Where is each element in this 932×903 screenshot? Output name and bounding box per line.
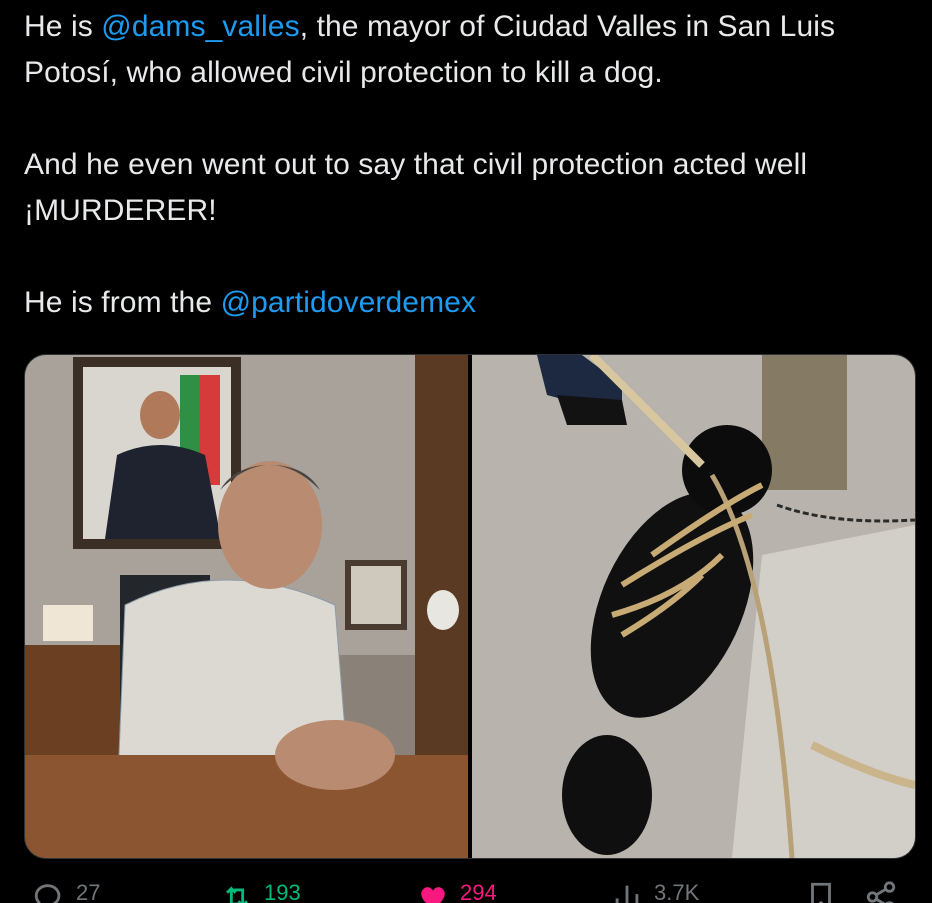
tweet-text-segment: He is from the [24,286,221,319]
like-button[interactable]: 294 [416,880,497,903]
tweet-text: He is @dams_valles, the mayor of Ciudad … [24,4,914,326]
reply-button[interactable]: 27 [32,880,100,903]
tweet-paragraph-3: He is from the @partidoverdemex [24,280,914,326]
heart-icon [421,887,445,903]
tweet-text-segment: He is [24,10,102,43]
views-icon [615,885,639,903]
tied-dog-photo-icon [472,355,915,858]
mayor-office-photo-icon [25,355,468,858]
views-button[interactable]: 3.7K [610,880,699,903]
share-icon [866,881,896,903]
mention-partidoverdemex[interactable]: @partidoverdemex [221,286,477,319]
reply-icon [34,884,61,903]
media-grid [24,354,916,859]
repost-button[interactable]: 193 [220,880,301,903]
views-count: 3.7K [654,880,700,903]
bookmark-button[interactable] [804,880,838,903]
tweet-actions: 27 193 294 3.7K [24,880,914,903]
like-count: 294 [460,880,497,903]
bookmark-icon [811,882,831,903]
mention-dams-valles[interactable]: @dams_valles [101,10,299,43]
tweet-paragraph-2: And he even went out to say that civil p… [24,148,808,227]
repost-icon [226,886,248,903]
repost-count: 193 [264,880,301,903]
reply-count: 27 [76,880,101,903]
share-button[interactable] [864,880,898,903]
media-photo-mayor[interactable] [25,355,468,858]
media-photo-dog[interactable] [472,355,915,858]
tweet-paragraph-1: He is @dams_valles, the mayor of Ciudad … [24,4,914,96]
